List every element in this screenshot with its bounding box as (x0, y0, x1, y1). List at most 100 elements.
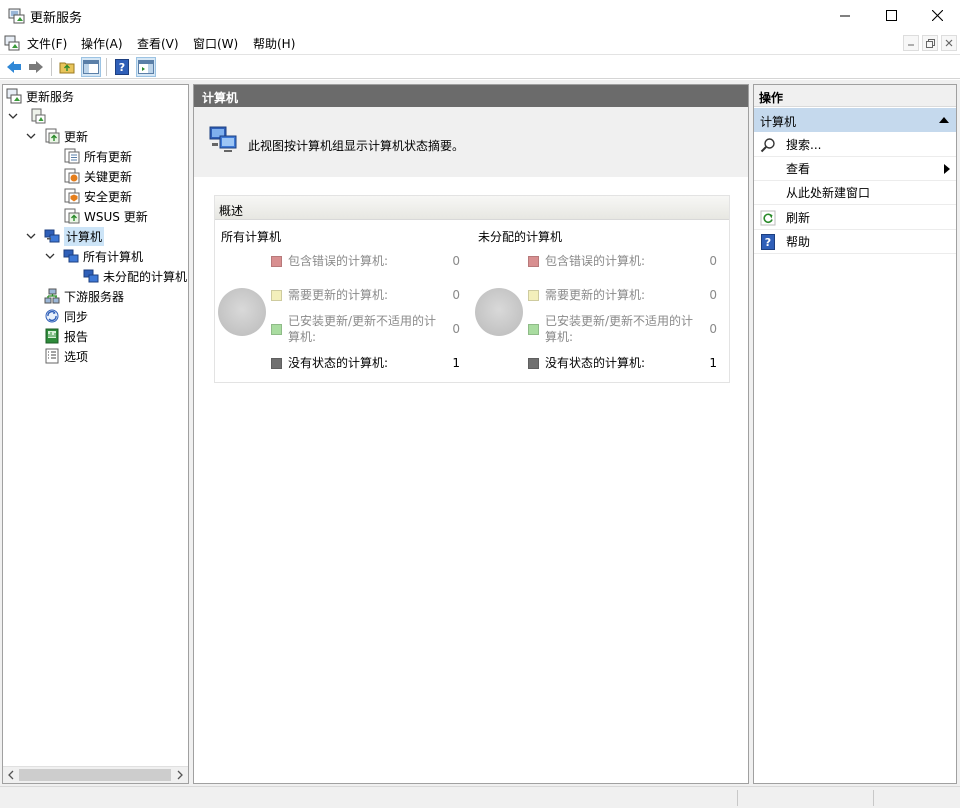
tree-item-update-services[interactable]: 更新服务 (6, 86, 74, 106)
tree-label: 更新 (64, 129, 89, 144)
computer-group-icon (83, 269, 99, 283)
action-new-window[interactable]: 从此处新建窗口 (754, 181, 956, 205)
tree-item-reports[interactable]: 报告 (44, 326, 88, 346)
tree-label: 报告 (64, 329, 89, 344)
updates-icon (45, 128, 60, 144)
unassigned-computers-title: 未分配的计算机 (478, 230, 563, 244)
sync-icon (45, 309, 59, 323)
banner-text: 此视图按计算机组显示计算机状态摘要。 (248, 139, 465, 153)
action-label: 从此处新建窗口 (786, 186, 871, 200)
child-minimize-button[interactable] (903, 35, 919, 51)
reports-icon (45, 328, 59, 344)
menu-view[interactable]: 查看(V) (137, 35, 179, 52)
minimize-button[interactable] (822, 0, 868, 31)
tree-item-updates[interactable]: 更新 (26, 126, 88, 146)
action-refresh[interactable]: 刷新 (754, 206, 956, 230)
console-tree: 更新服务 更新 所有更新 关键更新 安全更新 WSUS 更新 计算机 所有计算机… (2, 84, 189, 784)
all-computers-title: 所有计算机 (221, 230, 282, 244)
child-close-button[interactable] (941, 35, 957, 51)
tree-item-all-computers[interactable]: 所有计算机 (45, 246, 143, 266)
legend-swatch-needing-updates (271, 290, 282, 301)
action-search[interactable]: 搜索... (754, 133, 956, 157)
tree-item-all-updates[interactable]: 所有更新 (64, 146, 132, 166)
legend-value-needing-updates: 0 (709, 288, 717, 302)
help-book-icon: ? (115, 59, 129, 75)
back-button[interactable] (4, 57, 24, 77)
tree-item-security-updates[interactable]: 安全更新 (64, 186, 132, 206)
chevron-down-icon[interactable] (26, 231, 36, 241)
back-arrow-icon (7, 61, 21, 73)
action-label: 搜索... (786, 138, 822, 152)
chevron-down-icon[interactable] (45, 251, 55, 261)
toolbar-separator (51, 58, 52, 76)
legend-swatch-errors (271, 256, 282, 267)
tree-label: 关键更新 (84, 169, 133, 184)
computer-group-icon (63, 249, 79, 263)
toolbar-separator (106, 58, 107, 76)
title-bar: 更新服务 (0, 0, 960, 31)
tree-item-synchronizations[interactable]: 同步 (44, 306, 88, 326)
action-help[interactable]: ? 帮助 (754, 230, 956, 254)
action-label: 刷新 (786, 211, 811, 225)
svg-text:?: ? (765, 236, 771, 249)
blank-icon (760, 185, 776, 201)
action-label: 查看 (786, 162, 811, 176)
scrollbar-thumb[interactable] (19, 769, 171, 781)
menu-file[interactable]: 文件(F) (27, 35, 67, 52)
tree-item-options[interactable]: 选项 (44, 346, 88, 366)
maximize-button[interactable] (868, 0, 914, 31)
close-icon (931, 10, 943, 21)
legend-label-needing-updates: 需要更新的计算机: (545, 288, 646, 302)
tree-horizontal-scrollbar[interactable] (3, 766, 188, 783)
legend-label-installed: 已安装更新/更新不适用的计算机: (545, 314, 694, 344)
menu-action[interactable]: 操作(A) (81, 35, 123, 52)
scroll-right-icon[interactable] (176, 770, 184, 780)
legend-swatch-no-status (528, 358, 539, 369)
chevron-down-icon[interactable] (26, 131, 36, 141)
options-icon (45, 348, 59, 364)
up-folder-button[interactable] (57, 57, 77, 77)
menu-window[interactable]: 窗口(W) (193, 35, 238, 52)
menu-bar: 文件(F) 操作(A) 查看(V) 窗口(W) 帮助(H) (0, 31, 960, 55)
actions-section-computers[interactable]: 计算机 (754, 108, 956, 132)
all-updates-icon (64, 148, 80, 164)
chevron-down-icon[interactable] (8, 111, 18, 121)
legend-label-errors: 包含错误的计算机: (288, 254, 389, 268)
legend-value-needing-updates: 0 (452, 288, 460, 302)
console-tree-icon (83, 60, 99, 74)
all-computers-pie-chart (218, 288, 266, 336)
security-updates-icon (64, 188, 80, 204)
tree-label: 所有更新 (84, 149, 133, 164)
tree-item-server[interactable] (8, 106, 50, 126)
tree-item-computers[interactable]: 计算机 (26, 226, 105, 246)
blank-icon (760, 161, 776, 177)
collapse-up-icon[interactable] (939, 117, 949, 123)
status-separator (737, 790, 738, 806)
tree-item-critical-updates[interactable]: 关键更新 (64, 166, 132, 186)
action-label: 帮助 (786, 235, 811, 249)
tree-item-wsus-updates[interactable]: WSUS 更新 (64, 206, 148, 226)
tree-label: WSUS 更新 (84, 209, 148, 224)
overview-panel: 概述 所有计算机 包含错误的计算机: 0 需要更新的计算机: 0 已安装更新/更… (214, 195, 730, 383)
legend-label-no-status: 没有状态的计算机: (545, 356, 646, 370)
forward-arrow-icon (29, 61, 43, 73)
forward-button[interactable] (26, 57, 46, 77)
tree-item-downstream-servers[interactable]: 下游服务器 (44, 286, 124, 306)
action-view[interactable]: 查看 (754, 157, 956, 181)
document-icon (4, 35, 20, 51)
tree-item-unassigned-computers[interactable]: 未分配的计算机 (83, 266, 187, 286)
show-action-pane-button[interactable] (136, 57, 156, 77)
actions-pane: 操作 计算机 搜索... 查看 从此处新建窗口 刷新 ? 帮助 (753, 84, 957, 784)
update-services-icon (6, 88, 22, 104)
help-button[interactable]: ? (112, 57, 132, 77)
tree-label: 下游服务器 (64, 289, 125, 304)
menu-help[interactable]: 帮助(H) (253, 35, 295, 52)
update-services-icon (8, 8, 25, 24)
tree-label: 安全更新 (84, 189, 133, 204)
close-button[interactable] (914, 0, 960, 31)
scroll-left-icon[interactable] (7, 770, 15, 780)
child-restore-button[interactable] (922, 35, 938, 51)
show-tree-button[interactable] (81, 57, 101, 77)
legend-value-installed: 0 (709, 322, 717, 336)
legend-label-errors: 包含错误的计算机: (545, 254, 646, 268)
